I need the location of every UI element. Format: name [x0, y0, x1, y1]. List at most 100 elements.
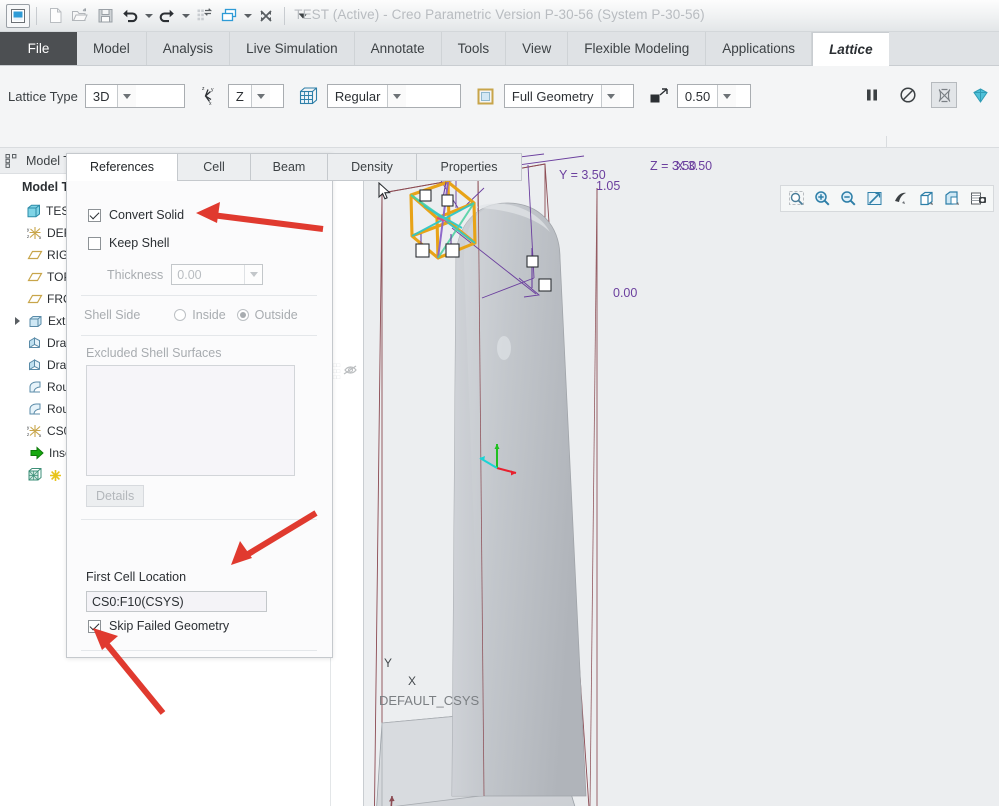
- window-switch-icon[interactable]: [217, 4, 241, 28]
- lattice-pattern-dropdown-icon[interactable]: [387, 85, 407, 107]
- ribbon-tab-applications[interactable]: Applications: [706, 32, 813, 65]
- details-button[interactable]: Details: [86, 485, 145, 507]
- preview-lattice-button[interactable]: [931, 82, 957, 108]
- round-icon: [26, 401, 43, 418]
- undo-dropdown-icon[interactable]: [143, 5, 154, 27]
- thickness-dropdown-icon[interactable]: [244, 265, 262, 284]
- ribbon-tab-bar[interactable]: File Model Analysis Live Simulation Anno…: [0, 32, 999, 66]
- shell-side-row[interactable]: Shell Side Inside Outside: [84, 308, 298, 322]
- csys-icon: y z x: [26, 225, 43, 242]
- panel-divider-4: [81, 650, 317, 651]
- zoom-in-icon[interactable]: [810, 187, 834, 210]
- full-geometry-icon: [475, 85, 497, 107]
- close-window-icon[interactable]: [254, 4, 278, 28]
- extrude-icon: [27, 313, 44, 330]
- title-bar: TEST (Active) - Creo Parametric Version …: [0, 0, 999, 32]
- spin-center-icon[interactable]: [888, 187, 912, 210]
- accept-button[interactable]: [967, 82, 993, 108]
- saved-views-icon[interactable]: [940, 187, 964, 210]
- lattice-dashboard-toolbar: Lattice Type 3D z y x Z Regular Full Geo…: [0, 66, 999, 210]
- datum-plane-icon: [26, 247, 43, 264]
- ribbon-tab-lattice[interactable]: Lattice: [812, 32, 889, 66]
- csys-icon: y z x: [26, 423, 43, 440]
- panel-divider-1: [81, 295, 317, 296]
- datum-plane-icon: [26, 269, 43, 286]
- save-icon[interactable]: [93, 4, 117, 28]
- lattice-axis-select[interactable]: Z: [227, 84, 284, 108]
- view-toolbar[interactable]: [780, 185, 994, 212]
- convert-solid-checkbox[interactable]: [88, 208, 101, 222]
- references-panel-tabs[interactable]: References Cell Beam Density Properties: [66, 153, 530, 181]
- convert-solid-row[interactable]: Convert Solid: [88, 208, 184, 222]
- ribbon-tab-flexible-modeling[interactable]: Flexible Modeling: [568, 32, 707, 65]
- lattice-pattern-select[interactable]: Regular: [326, 84, 461, 108]
- app-window-icon[interactable]: [6, 3, 30, 28]
- lattice-type-dropdown-icon[interactable]: [116, 85, 136, 107]
- tab-beam[interactable]: Beam: [250, 153, 328, 181]
- skip-failed-geometry-checkbox[interactable]: [88, 619, 101, 633]
- svg-text:x: x: [39, 433, 42, 438]
- axis-label-x: X: [408, 674, 417, 688]
- dashboard-action-buttons[interactable]: [859, 82, 993, 108]
- regenerate-icon[interactable]: [192, 4, 216, 28]
- open-icon[interactable]: [68, 4, 92, 28]
- keep-shell-checkbox[interactable]: [88, 236, 101, 250]
- svg-text:x: x: [39, 235, 42, 240]
- ribbon-tab-tools[interactable]: Tools: [442, 32, 507, 65]
- shell-side-outside-option[interactable]: Outside: [236, 308, 298, 322]
- quick-access-toolbar[interactable]: [0, 3, 315, 28]
- undo-icon[interactable]: [118, 4, 142, 28]
- cell-size-input[interactable]: 0.50: [676, 84, 751, 108]
- lattice-icon: [26, 467, 43, 484]
- panel-divider-2: [81, 335, 317, 336]
- refit-icon[interactable]: [784, 187, 808, 210]
- redo-icon[interactable]: [155, 4, 179, 28]
- ribbon-tab-file[interactable]: File: [0, 32, 77, 65]
- shell-side-outside-radio[interactable]: [236, 309, 249, 321]
- view-manager-icon[interactable]: [966, 187, 990, 210]
- tab-cell[interactable]: Cell: [177, 153, 251, 181]
- thickness-input[interactable]: 0.00: [171, 264, 264, 285]
- svg-text:y: y: [27, 227, 30, 232]
- draft-icon: [26, 335, 43, 352]
- pause-button[interactable]: [859, 82, 885, 108]
- tab-density[interactable]: Density: [327, 153, 417, 181]
- window-switch-dropdown-icon[interactable]: [242, 5, 253, 27]
- ribbon-tab-annotate[interactable]: Annotate: [355, 32, 442, 65]
- tree-expander-icon[interactable]: [12, 317, 23, 325]
- svg-text:□□: □□: [333, 375, 341, 381]
- excluded-shell-surfaces-list[interactable]: [86, 365, 295, 476]
- ribbon-tab-view[interactable]: View: [506, 32, 569, 65]
- geometry-mode-select[interactable]: Full Geometry: [503, 84, 634, 108]
- ribbon-tab-live-simulation[interactable]: Live Simulation: [230, 32, 355, 65]
- keep-shell-row[interactable]: Keep Shell: [88, 236, 169, 250]
- lattice-cell-icon: [298, 85, 320, 107]
- new-icon[interactable]: [43, 4, 67, 28]
- datum-plane-icon: [26, 291, 43, 308]
- geometry-mode-dropdown-icon[interactable]: [600, 85, 620, 107]
- ribbon-tab-model[interactable]: Model: [77, 32, 147, 65]
- zoom-out-icon[interactable]: [836, 187, 860, 210]
- cell-size-dropdown-icon[interactable]: [717, 85, 737, 107]
- shell-side-inside-radio[interactable]: [174, 309, 187, 321]
- hidden-items-icon: □□ □□ □□: [333, 360, 359, 389]
- lattice-axis-dropdown-icon[interactable]: [250, 85, 270, 107]
- cancel-button[interactable]: [895, 82, 921, 108]
- redo-dropdown-icon[interactable]: [180, 5, 191, 27]
- graphics-window[interactable]: Y = 3.50 Z = 3.50 X 3.50 1.05 0.00 Y X D…: [364, 148, 999, 806]
- tab-references[interactable]: References: [66, 153, 178, 181]
- thickness-label: Thickness: [107, 267, 164, 282]
- repaint-icon[interactable]: [862, 187, 886, 210]
- ribbon-tab-analysis[interactable]: Analysis: [147, 32, 231, 65]
- first-cell-location-input[interactable]: CS0:F10(CSYS): [86, 591, 267, 612]
- tab-properties[interactable]: Properties: [416, 153, 522, 181]
- display-style-icon[interactable]: [914, 187, 938, 210]
- lattice-type-select[interactable]: 3D: [84, 84, 185, 108]
- skip-failed-geometry-row[interactable]: Skip Failed Geometry: [88, 619, 229, 633]
- dim-origin: 0.00: [613, 286, 638, 300]
- thickness-row[interactable]: Thickness 0.00: [107, 264, 264, 285]
- qat-overflow-icon[interactable]: [291, 4, 315, 28]
- dim-cell-size: 1.05: [596, 179, 621, 193]
- references-panel[interactable]: Convert Solid Keep Shell Thickness 0.00 …: [66, 153, 333, 658]
- shell-side-inside-option[interactable]: Inside: [174, 308, 226, 322]
